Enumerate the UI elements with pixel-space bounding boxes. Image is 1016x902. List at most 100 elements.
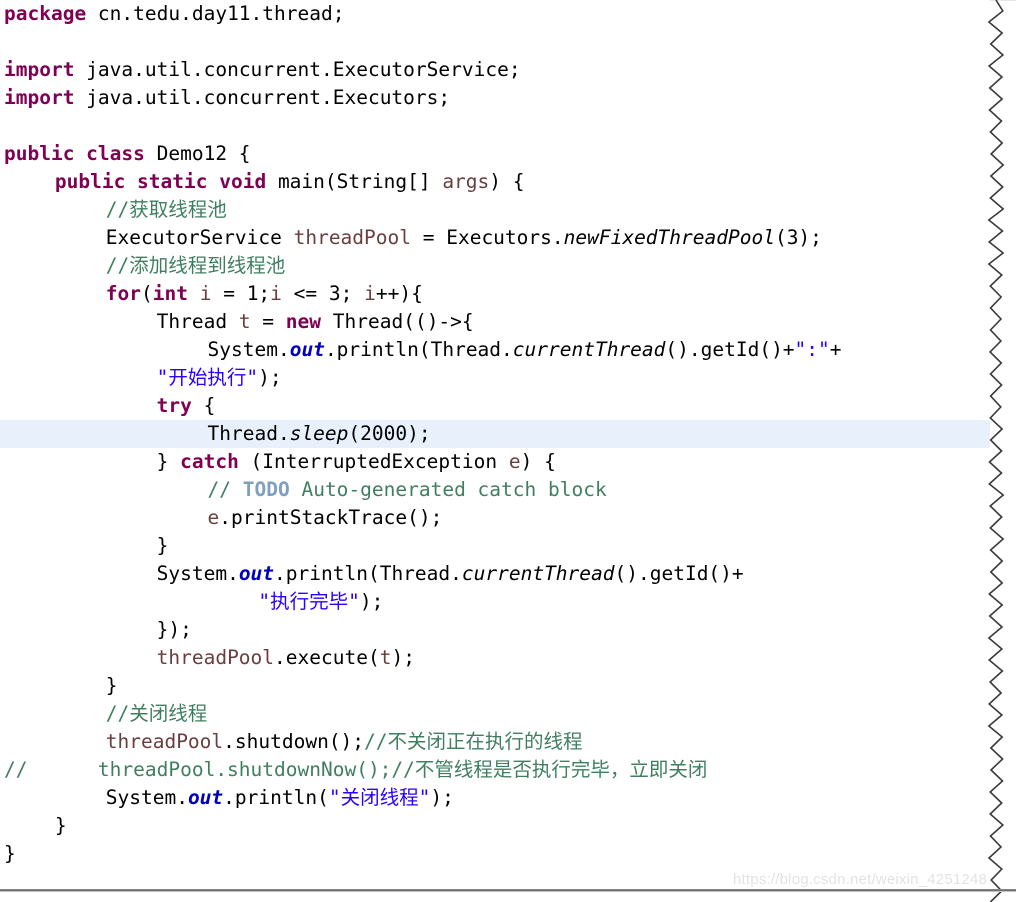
code-line[interactable]: import java.util.concurrent.ExecutorServ… [0, 56, 990, 84]
code-token-cmt: //不关闭正在执行的线程 [364, 730, 582, 753]
code-token-cmt: //获取线程池 [106, 198, 227, 221]
code-line[interactable]: "执行完毕"); [0, 588, 990, 616]
code-token-kw: for [106, 282, 141, 305]
code-line-list: package cn.tedu.day11.thread; import jav… [0, 0, 990, 889]
code-token-plain: System. [157, 562, 239, 585]
code-line[interactable]: import java.util.concurrent.Executors; [0, 84, 990, 112]
code-token-plain: } [157, 534, 169, 557]
code-token-plain: ); [360, 590, 383, 613]
code-token-plain: System. [106, 786, 188, 809]
code-token-plain: { [192, 394, 215, 417]
code-line[interactable] [0, 112, 990, 140]
code-token-str: "关闭线程" [329, 786, 430, 809]
code-token-plain: } [4, 842, 16, 865]
code-token-plain: ); [258, 366, 281, 389]
code-surface[interactable]: package cn.tedu.day11.thread; import jav… [0, 0, 990, 889]
code-token-stat: sleep [290, 422, 349, 445]
code-line[interactable]: for(int i = 1;i <= 3; i++){ [0, 280, 990, 308]
code-token-stat: newFixedThreadPool [564, 226, 775, 249]
code-token-kw: public class [4, 142, 145, 165]
code-line[interactable]: Thread.sleep(2000); [0, 420, 990, 448]
code-token-cmt: Auto-generated catch block [290, 478, 607, 501]
code-token-plain: (2000); [348, 422, 430, 445]
code-token-plain: ) { [521, 450, 556, 473]
code-token-lvar: i [200, 282, 212, 305]
code-token-lvar: threadPool [157, 646, 274, 669]
code-token-plain: Thread(()->{ [321, 310, 474, 333]
code-token-plain: = 1; [211, 282, 270, 305]
code-token-plain: .println( [223, 786, 329, 809]
code-line[interactable]: // TODO Auto-generated catch block [0, 476, 990, 504]
code-line[interactable]: System.out.println(Thread.currentThread(… [0, 336, 990, 364]
code-token-plain: .printStackTrace(); [219, 506, 442, 529]
code-line[interactable]: ExecutorService threadPool = Executors.n… [0, 224, 990, 252]
code-line[interactable] [0, 28, 990, 56]
code-token-plain: } [55, 814, 67, 837]
code-token-plain: .println(Thread. [274, 562, 462, 585]
code-line[interactable]: public class Demo12 { [0, 140, 990, 168]
code-token-plain: System. [208, 338, 290, 361]
code-token-lvar: e [509, 450, 521, 473]
code-token-plain: ++){ [376, 282, 423, 305]
code-line[interactable]: System.out.println(Thread.currentThread(… [0, 560, 990, 588]
code-line[interactable]: threadPool.execute(t); [0, 644, 990, 672]
code-token-plain: Demo12 { [145, 142, 251, 165]
code-token-lvar: i [364, 282, 376, 305]
code-token-plain: (InterruptedException [239, 450, 509, 473]
code-line[interactable]: threadPool.shutdown();//不关闭正在执行的线程 [0, 728, 990, 756]
code-token-plain: } [157, 450, 180, 473]
code-line[interactable]: } [0, 840, 990, 868]
code-token-cmt: //添加线程到线程池 [106, 254, 285, 277]
code-line[interactable]: } catch (InterruptedException e) { [0, 448, 990, 476]
code-line[interactable]: "开始执行"); [0, 364, 990, 392]
code-token-plain: main(String[] [266, 170, 442, 193]
code-token-kw: catch [180, 450, 239, 473]
code-line[interactable]: System.out.println("关闭线程"); [0, 784, 990, 812]
code-token-cmt: //关闭线程 [106, 702, 207, 725]
code-token-fld: out [290, 338, 325, 361]
code-token-fld: out [239, 562, 274, 585]
code-line[interactable]: } [0, 532, 990, 560]
code-token-plain: }); [157, 618, 192, 641]
code-token-plain: cn.tedu.day11.thread; [86, 2, 344, 25]
code-line[interactable]: // threadPool.shutdownNow();//不管线程是否执行完毕… [0, 756, 990, 784]
code-line[interactable]: //关闭线程 [0, 700, 990, 728]
code-token-str: "执行完毕" [258, 590, 359, 613]
code-token-plain: = Executors. [411, 226, 564, 249]
code-line[interactable]: package cn.tedu.day11.thread; [0, 0, 990, 28]
code-line[interactable]: } [0, 812, 990, 840]
code-line[interactable]: Thread t = new Thread(()->{ [0, 308, 990, 336]
code-line[interactable]: public static void main(String[] args) { [0, 168, 990, 196]
code-editor-frame: package cn.tedu.day11.thread; import jav… [0, 0, 1016, 902]
code-token-kw: import [4, 58, 74, 81]
code-token-lvar: t [239, 310, 251, 333]
code-token-plain: ().getId()+ [615, 562, 744, 585]
code-token-kw: try [157, 394, 192, 417]
code-line[interactable]: //添加线程到线程池 [0, 252, 990, 280]
code-token-cmt: // [208, 478, 243, 501]
code-token-cmt-todo: TODO [243, 478, 290, 501]
code-token-str: ":" [795, 338, 830, 361]
code-line[interactable]: try { [0, 392, 990, 420]
code-token-lvar: args [442, 170, 489, 193]
code-token-plain: .shutdown(); [223, 730, 364, 753]
code-line[interactable]: e.printStackTrace(); [0, 504, 990, 532]
code-line[interactable]: } [0, 672, 990, 700]
code-token-lvar: threadPool [294, 226, 411, 249]
code-token-plain: ); [430, 786, 453, 809]
code-token-stat: currentThread [462, 562, 615, 585]
code-token-plain: (3); [775, 226, 822, 249]
watermark-text: https://blog.csdn.net/weixin_4251248 [733, 871, 987, 888]
code-line[interactable]: //获取线程池 [0, 196, 990, 224]
code-token-lvar: e [208, 506, 220, 529]
code-token-kw: public static void [55, 170, 266, 193]
code-token-cmt: // threadPool.shutdownNow();//不管线程是否执行完毕… [4, 758, 707, 781]
code-token-kw: import [4, 86, 74, 109]
code-token-plain: .execute( [274, 646, 380, 669]
code-token-plain: java.util.concurrent.ExecutorService; [74, 58, 520, 81]
code-token-plain: + [830, 338, 842, 361]
code-token-plain: } [106, 674, 118, 697]
code-token-kw: int [153, 282, 188, 305]
code-line[interactable]: }); [0, 616, 990, 644]
code-token-plain [188, 282, 200, 305]
